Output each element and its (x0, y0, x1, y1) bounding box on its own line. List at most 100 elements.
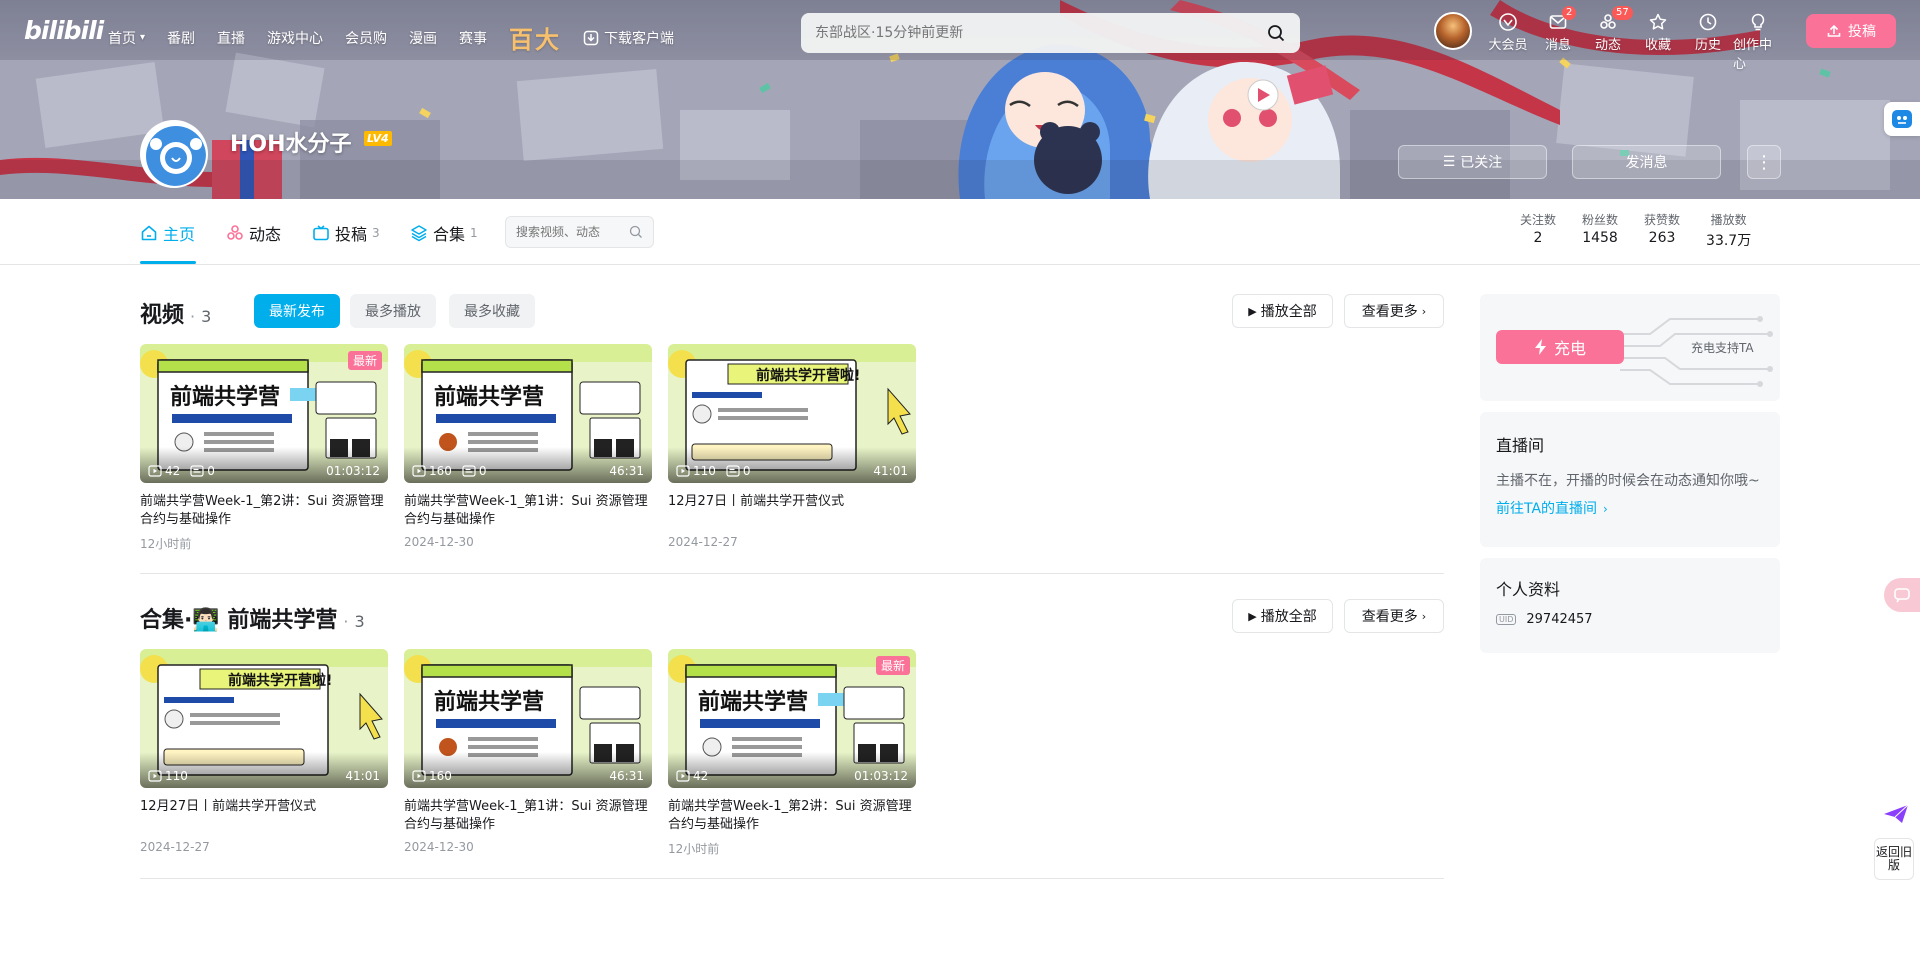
uid-icon: UID (1496, 614, 1517, 625)
global-search-input[interactable] (815, 25, 1266, 41)
filter-most-favorited[interactable]: 最多收藏 (449, 294, 535, 328)
svg-text:前端共学营: 前端共学营 (434, 384, 544, 410)
video-title[interactable]: 前端共学营Week-1_第2讲：Sui 资源管理合约与基础操作 (668, 798, 916, 834)
nav-game-center[interactable]: 游戏中心 (267, 28, 323, 48)
video-title[interactable]: 12月27日丨前端共学开营仪式 (668, 493, 916, 529)
video-thumbnail[interactable]: 前端共学营 最新 42 01:03:12 (668, 649, 916, 788)
bilibili-logo[interactable]: bilibili (24, 16, 104, 45)
danmaku-count: 0 (742, 464, 751, 478)
stat-plays-value: 33.7万 (1706, 233, 1752, 249)
video-card[interactable]: 前端共学营 最新 42 0 01:03:12 前端共学营Week-1_第2讲：S… (140, 344, 388, 552)
collection-video-card[interactable]: 前端共学开营啦! 110 41:01 12月27日丨前端共学开营仪式 2024-… (140, 649, 388, 854)
tv-icon (313, 225, 329, 241)
favorites-entry[interactable]: 收藏 (1633, 12, 1683, 72)
collection-see-more-button[interactable]: 查看更多 › (1344, 599, 1444, 633)
video-stats: 110 0 (676, 464, 751, 478)
video-stats: 110 (148, 769, 188, 783)
videos-section-title: 视频 · 3 (140, 297, 211, 329)
nav-live[interactable]: 直播 (217, 28, 245, 48)
message-entry[interactable]: 2 消息 (1533, 6, 1583, 72)
video-stats: 160 0 (412, 464, 487, 478)
live-room-link[interactable]: 前往TA的直播间 › (1496, 498, 1608, 518)
play-count: 160 (429, 464, 452, 478)
vip-entry[interactable]: 大会员 (1483, 12, 1533, 72)
play-count-icon (676, 770, 690, 782)
robot-icon (1892, 110, 1912, 128)
video-thumbnail[interactable]: 前端共学开营啦! 110 41:01 (140, 649, 388, 788)
video-thumbnail[interactable]: 前端共学营 最新 42 0 01:03:12 (140, 344, 388, 483)
floating-assistant-icon[interactable] (1884, 102, 1920, 136)
tab-collections[interactable]: 合集 1 (410, 221, 478, 245)
more-options-icon[interactable]: ⋮ (1747, 145, 1781, 179)
svg-text:前端共学营: 前端共学营 (698, 689, 808, 715)
tab-uploads[interactable]: 投稿 3 (312, 221, 380, 245)
history-entry[interactable]: 历史 (1683, 12, 1733, 72)
videos-count: 3 (201, 307, 212, 326)
collection-play-all-label: 播放全部 (1260, 609, 1317, 625)
video-date: 2024-12-30 (404, 840, 474, 854)
video-card[interactable]: 前端共学营 160 0 46:31 前端共学营Week-1_第1讲：Sui 资源… (404, 344, 652, 549)
profile-avatar[interactable] (140, 120, 208, 188)
nav-esports[interactable]: 赛事 (459, 28, 487, 48)
nav-mall[interactable]: 会员购 (345, 28, 387, 48)
stat-fans[interactable]: 粉丝数 1458 (1582, 211, 1618, 250)
video-thumbnail[interactable]: 前端共学营 160 46:31 (404, 649, 652, 788)
user-avatar[interactable] (1434, 12, 1472, 50)
videos-play-all-button[interactable]: ▶ 播放全部 (1232, 294, 1333, 328)
profile-search-input[interactable] (516, 225, 629, 239)
floating-promo-icon[interactable] (1872, 794, 1920, 834)
active-tab-indicator (140, 261, 196, 264)
search-icon[interactable] (1266, 23, 1286, 43)
collection-video-card[interactable]: 前端共学营 最新 42 01:03:12 前端共学营Week-1_第2讲：Sui… (668, 649, 916, 857)
stat-following[interactable]: 关注数 2 (1520, 211, 1556, 250)
title-separator: · (190, 307, 196, 326)
latest-tag: 最新 (347, 351, 382, 370)
back-to-old-version-button[interactable]: 返回旧版 (1874, 838, 1914, 880)
upload-button[interactable]: 投稿 (1806, 14, 1896, 48)
live-room-status: 主播不在，开播的时候会在动态通知你哦~ (1496, 473, 1760, 489)
stat-fans-value: 1458 (1582, 230, 1618, 246)
charge-button[interactable]: 充电 (1496, 330, 1624, 364)
filter-latest[interactable]: 最新发布 (254, 294, 340, 328)
creator-center-entry[interactable]: 创作中心 (1733, 12, 1783, 72)
search-icon[interactable] (629, 225, 643, 239)
video-duration: 46:31 (609, 769, 644, 783)
tab-dynamic[interactable]: 动态 (226, 221, 281, 245)
play-count-icon (148, 770, 162, 782)
baida-link[interactable]: 百大 (509, 20, 561, 55)
send-message-button[interactable]: 发消息 (1572, 145, 1721, 179)
videos-title[interactable]: 视频 (140, 297, 184, 329)
floating-feedback-icon[interactable] (1884, 578, 1920, 612)
chevron-right-icon: › (1421, 609, 1427, 623)
video-date: 2024-12-27 (668, 535, 738, 549)
profile-stats: 关注数 2 粉丝数 1458 获赞数 263 播放数 33.7万 (1520, 211, 1777, 250)
nav-home[interactable]: 首页 ▾ (108, 28, 145, 48)
dynamic-entry[interactable]: 57 动态 (1583, 6, 1633, 72)
play-count: 42 (165, 464, 181, 478)
tab-home[interactable]: 主页 (140, 221, 195, 245)
collection-video-card[interactable]: 前端共学营 160 46:31 前端共学营Week-1_第1讲：Sui 资源管理… (404, 649, 652, 854)
video-card[interactable]: 前端共学开营啦! 110 0 41:01 12月27日丨前端共学开营仪式 202… (668, 344, 916, 549)
collection-title[interactable]: 合集·👨🏻‍💻 前端共学营 (140, 602, 337, 634)
nav-manga[interactable]: 漫画 (409, 28, 437, 48)
download-client-link[interactable]: 下载客户端 (583, 28, 674, 48)
video-thumbnail[interactable]: 前端共学营 160 0 46:31 (404, 344, 652, 483)
video-title[interactable]: 前端共学营Week-1_第2讲：Sui 资源管理合约与基础操作 (140, 493, 388, 529)
video-thumbnail[interactable]: 前端共学开营啦! 110 0 41:01 (668, 344, 916, 483)
nav-anime[interactable]: 番剧 (167, 28, 195, 48)
profile-banner: bilibili 首页 ▾ 番剧 直播 游戏中心 会员购 漫画 赛事 百大 下载客… (0, 0, 1920, 199)
danmaku-icon (462, 465, 476, 477)
filter-most-played[interactable]: 最多播放 (350, 294, 436, 328)
creator-center-label: 创作中心 (1733, 38, 1773, 72)
video-title[interactable]: 前端共学营Week-1_第1讲：Sui 资源管理合约与基础操作 (404, 493, 652, 529)
collection-play-all-button[interactable]: ▶ 播放全部 (1232, 599, 1333, 633)
video-title[interactable]: 12月27日丨前端共学开营仪式 (140, 798, 388, 834)
video-title[interactable]: 前端共学营Week-1_第1讲：Sui 资源管理合约与基础操作 (404, 798, 652, 834)
tab-collections-count: 1 (470, 226, 478, 240)
videos-see-more-button[interactable]: 查看更多 › (1344, 294, 1444, 328)
chat-icon (1894, 588, 1910, 603)
followed-button[interactable]: ☰ 已关注 (1398, 145, 1547, 179)
profile-username: HOH水分子 (230, 132, 352, 157)
message-badge: 2 (1562, 6, 1577, 20)
followed-label: 已关注 (1460, 155, 1503, 171)
